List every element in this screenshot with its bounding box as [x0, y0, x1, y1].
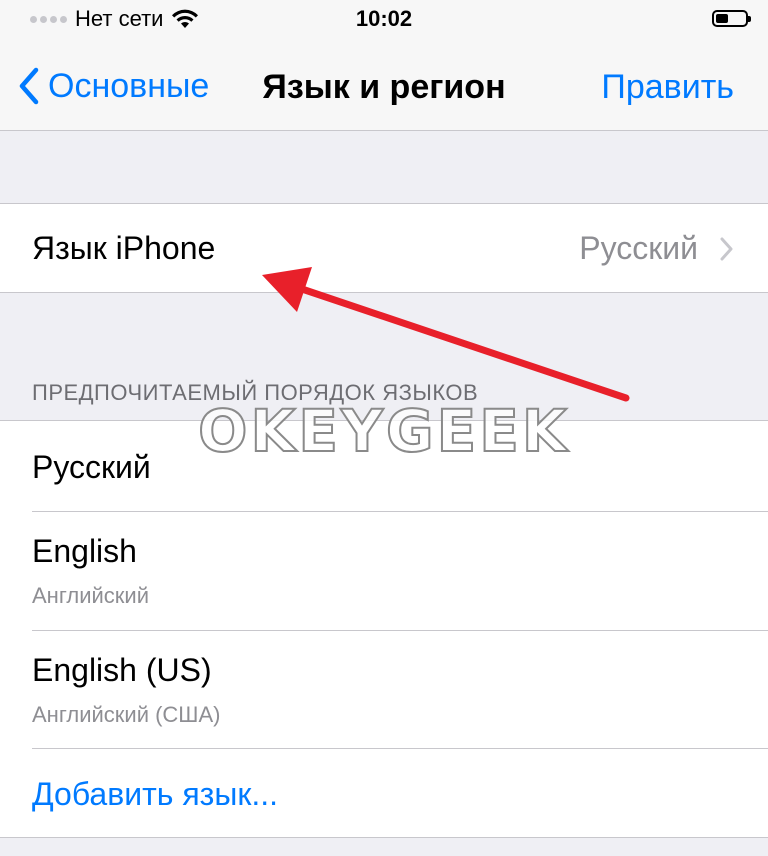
iphone-language-row[interactable]: Язык iPhone Русский	[0, 204, 768, 292]
iphone-language-label: Язык iPhone	[32, 230, 216, 266]
language-subtitle: Английский	[32, 583, 149, 608]
language-title: English (US)	[32, 652, 212, 688]
iphone-language-value: Русский	[579, 230, 698, 266]
add-language-button[interactable]: Добавить язык...	[0, 748, 768, 836]
nav-bar: Основные Язык и регион Править	[0, 44, 768, 131]
chevron-right-icon	[720, 237, 733, 261]
edit-button[interactable]: Править	[601, 68, 734, 107]
language-title: English	[32, 533, 137, 569]
status-bar: Нет сети 10:02	[0, 0, 768, 44]
battery-icon	[712, 10, 751, 27]
language-subtitle: Английский (США)	[32, 702, 221, 727]
add-language-label: Добавить язык...	[32, 776, 278, 812]
preferred-languages-group: Русский English Английский English (US) …	[0, 420, 768, 838]
language-row-english-us[interactable]: English (US) Английский (США)	[0, 630, 768, 748]
iphone-language-group: Язык iPhone Русский	[0, 203, 768, 293]
language-row-english[interactable]: English Английский	[0, 511, 768, 630]
watermark: OKEYGEEK	[197, 396, 570, 466]
status-time: 10:02	[355, 6, 413, 31]
